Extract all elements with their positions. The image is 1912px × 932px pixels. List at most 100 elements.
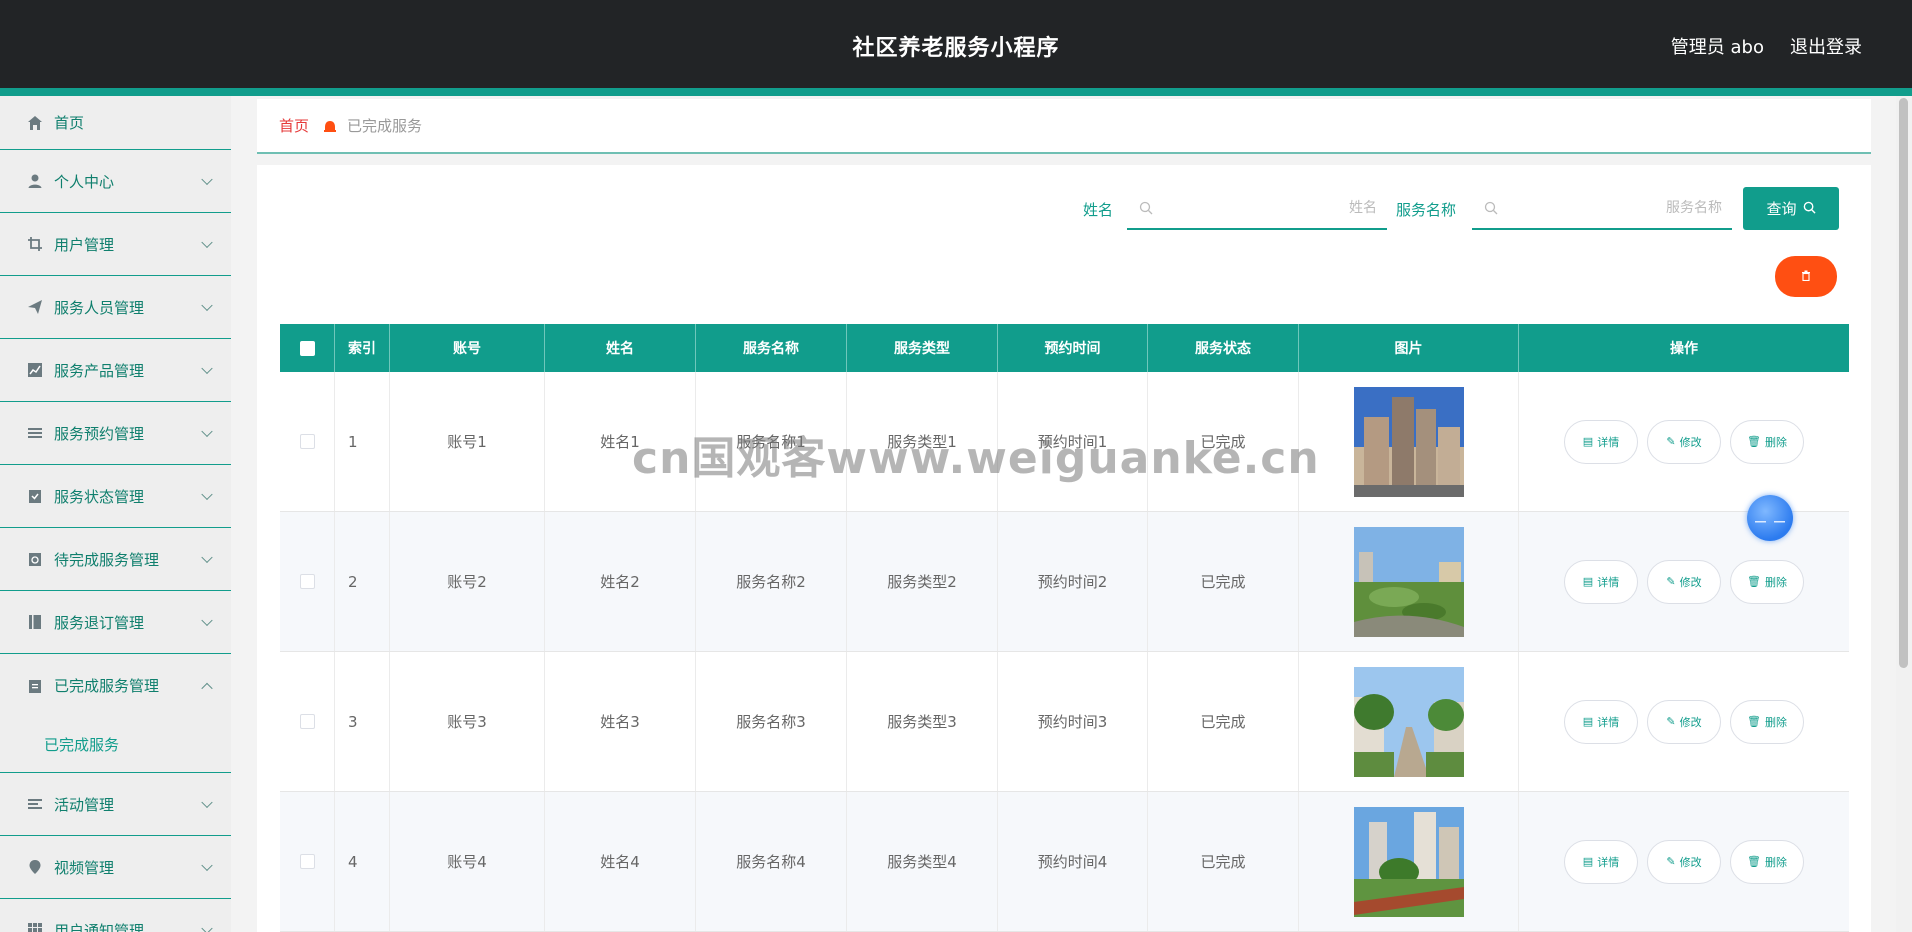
search-icon: [1139, 200, 1153, 215]
edit-label: 修改: [1679, 715, 1702, 729]
sidebar-item-profile[interactable]: 个人中心: [0, 150, 231, 213]
sidebar-item-completed[interactable]: 已完成服务管理: [0, 654, 231, 717]
row-checkbox[interactable]: [299, 434, 315, 449]
cell-service-status: 已完成: [1148, 792, 1299, 931]
sidebar-item-label: 个人中心: [54, 172, 115, 191]
street-photo: [1353, 666, 1464, 777]
sidebar-item-label: 服务退订管理: [54, 613, 145, 632]
delete-button[interactable]: 🗑 删除: [1730, 419, 1804, 464]
cell-account: 账号2: [390, 512, 545, 651]
cell-account: 账号1: [390, 372, 545, 511]
garden-photo: [1353, 526, 1464, 637]
sidebar-item-notices[interactable]: 用户通知管理: [0, 899, 231, 932]
detail-button[interactable]: ▤ 详情: [1564, 839, 1638, 884]
breadcrumb: 首页 已完成服务: [257, 99, 1871, 154]
row-checkbox[interactable]: [299, 714, 315, 729]
service-search-box: [1472, 187, 1732, 230]
sidebar-item-status[interactable]: 服务状态管理: [0, 465, 231, 528]
detail-button[interactable]: ▤ 详情: [1564, 419, 1638, 464]
trash-icon: 🗑: [1747, 715, 1761, 728]
sidebar-item-label: 视频管理: [54, 858, 115, 877]
header-image: 图片: [1299, 324, 1519, 372]
cell-service-status: 已完成: [1148, 512, 1299, 651]
cell-service-status: 已完成: [1148, 372, 1299, 511]
edit-button[interactable]: ✎ 修改: [1647, 839, 1721, 884]
pencil-icon: ✎: [1666, 855, 1676, 868]
header-actions: 操作: [1670, 341, 1698, 357]
sidebar-item-videos[interactable]: 视频管理: [0, 836, 231, 899]
delete-button[interactable]: 🗑 删除: [1730, 699, 1804, 744]
table-row: 1 账号1 姓名1 服务名称1 服务类型1 预约时间1 已完成 ▤ 详情 ✎ 修…: [280, 372, 1849, 512]
detail-label: 详情: [1597, 435, 1620, 449]
query-button-label: 查询: [1766, 200, 1797, 218]
edit-button[interactable]: ✎ 修改: [1647, 699, 1721, 744]
chart-icon: [26, 361, 44, 379]
logout-link[interactable]: 退出登录: [1790, 33, 1862, 59]
row-checkbox[interactable]: [299, 854, 315, 869]
pencil-icon: ✎: [1666, 435, 1676, 448]
document-icon: ▤: [1582, 435, 1594, 448]
detail-button[interactable]: ▤ 详情: [1564, 559, 1638, 604]
query-button[interactable]: 查询: [1743, 187, 1839, 230]
breadcrumb-current: 已完成服务: [347, 117, 423, 135]
detail-label: 详情: [1597, 855, 1620, 869]
sidebar-item-label: 用户管理: [54, 235, 115, 254]
name-search-box: [1127, 187, 1387, 230]
detail-button[interactable]: ▤ 详情: [1564, 699, 1638, 744]
name-search-input[interactable]: [1163, 195, 1377, 221]
sidebar-item-home[interactable]: 首页: [0, 96, 231, 150]
chevron-down-icon: [201, 859, 213, 872]
sidebar-item-products[interactable]: 服务产品管理: [0, 339, 231, 402]
sidebar-item-activities[interactable]: 活动管理: [0, 773, 231, 836]
scrollbar-thumb[interactable]: [1899, 98, 1908, 668]
delete-button[interactable]: 🗑 删除: [1730, 839, 1804, 884]
cell-name: 姓名2: [545, 512, 696, 651]
chevron-up-icon: [201, 682, 213, 694]
chevron-down-icon: [201, 173, 213, 186]
sidebar-item-pending[interactable]: 待完成服务管理: [0, 528, 231, 591]
table-row: 4 账号4 姓名4 服务名称4 服务类型4 预约时间4 已完成 ▤ 详情 ✎ 修…: [280, 792, 1849, 932]
sidebar-item-label: 活动管理: [54, 795, 115, 814]
name-search-label: 姓名: [1083, 201, 1114, 219]
sidebar-item-cancel[interactable]: 服务退订管理: [0, 591, 231, 654]
chevron-down-icon: [201, 236, 213, 249]
delete-label: 删除: [1764, 715, 1787, 729]
breadcrumb-home[interactable]: 首页: [279, 115, 309, 136]
sidebar-item-users[interactable]: 用户管理: [0, 213, 231, 276]
document-icon: ▤: [1582, 575, 1594, 588]
clipboard-check-icon: [26, 487, 44, 505]
chevron-down-icon: [201, 551, 213, 564]
chevron-down-icon: [201, 614, 213, 627]
select-all-checkbox[interactable]: [299, 340, 315, 356]
detail-label: 详情: [1597, 715, 1620, 729]
data-table: 索引 账号 姓名 服务名称 服务类型 预约时间 服务状态 图片 操作 1 账号1…: [280, 324, 1849, 932]
delete-button[interactable]: 🗑 删除: [1730, 559, 1804, 604]
delete-label: 删除: [1764, 435, 1787, 449]
sidebar-item-bookings[interactable]: 服务预约管理: [0, 402, 231, 465]
sidebar-subitem-completed-services[interactable]: 已完成服务: [0, 717, 231, 773]
table-row: 3 账号3 姓名3 服务名称3 服务类型3 预约时间3 已完成 ▤ 详情 ✎ 修…: [280, 652, 1849, 792]
edit-button[interactable]: ✎ 修改: [1647, 419, 1721, 464]
trash-icon: 🗑: [1747, 575, 1761, 588]
service-search-input[interactable]: [1508, 195, 1722, 221]
sidebar-item-label: 服务预约管理: [54, 424, 145, 443]
cell-service-type: 服务类型3: [847, 652, 998, 791]
sidebar-item-label: 待完成服务管理: [54, 550, 160, 569]
cell-image: [1299, 512, 1519, 651]
edit-button[interactable]: ✎ 修改: [1647, 559, 1721, 604]
row-checkbox[interactable]: [299, 574, 315, 589]
floating-assistant-button[interactable]: [1747, 495, 1793, 541]
cell-account: 账号3: [390, 652, 545, 791]
document-icon: ▤: [1582, 715, 1594, 728]
sidebar-item-staff[interactable]: 服务人员管理: [0, 276, 231, 339]
cell-service-name: 服务名称2: [696, 512, 847, 651]
trash-icon: [1801, 269, 1811, 284]
header-stripe: [0, 88, 1912, 96]
batch-delete-button[interactable]: [1775, 256, 1837, 297]
chevron-down-icon: [201, 299, 213, 312]
chevron-down-icon: [201, 488, 213, 501]
pencil-icon: ✎: [1666, 715, 1676, 728]
edit-label: 修改: [1679, 575, 1702, 589]
cell-service-name: 服务名称1: [696, 372, 847, 511]
list-icon: [26, 424, 44, 442]
